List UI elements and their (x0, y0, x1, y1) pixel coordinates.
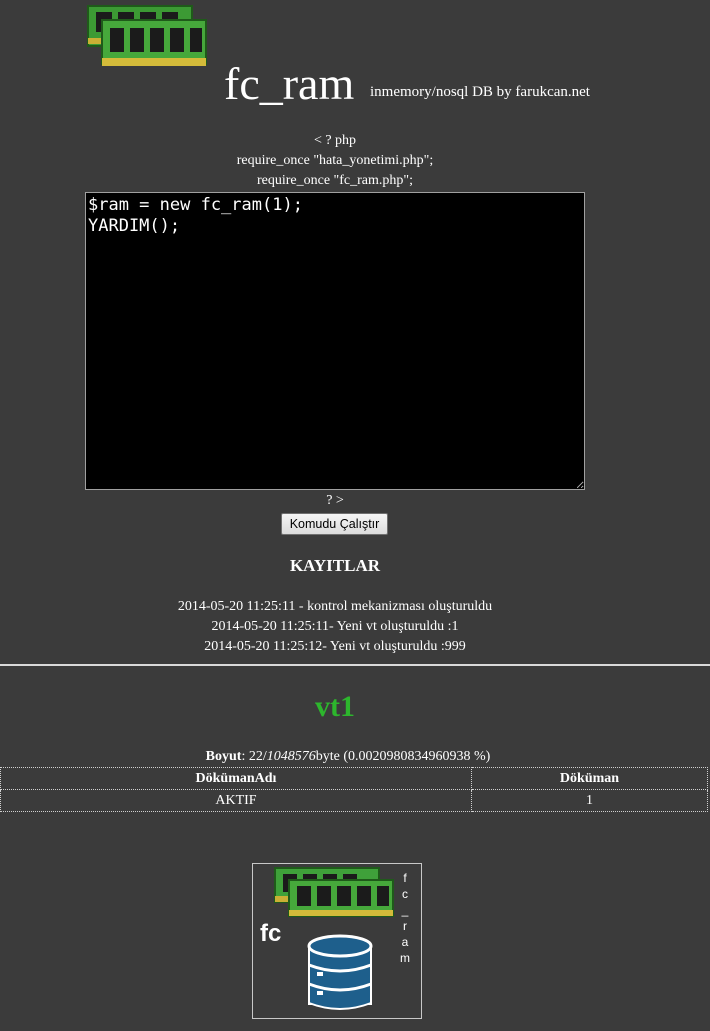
logo-letter: r (403, 919, 407, 933)
logo-letter: f (403, 871, 407, 885)
log-entry: 2014-05-20 11:25:11- Yeni vt oluşturuldu… (211, 619, 459, 634)
logo-letter: _ (401, 903, 409, 917)
logo-vertical-text: f c _ r a m (399, 870, 411, 966)
size-percent: (0.0020980834960938 %) (343, 749, 491, 764)
database-size: Boyut: 22/1048576byte (0.002098083496093… (205, 749, 491, 764)
database-icon (307, 934, 373, 1010)
column-header: DökümanAdı (0, 767, 472, 790)
size-label: Boyut (205, 749, 242, 764)
run-command-button[interactable]: Komudu Çalıştır (281, 513, 388, 535)
logs-title: KAYITLAR (289, 556, 381, 575)
table-header-row: DökümanAdı Döküman (0, 767, 708, 790)
ram-modules-icon (87, 5, 207, 66)
php-close-tag: ? > (326, 493, 344, 508)
logo-letter: m (400, 951, 410, 965)
logo-letter: a (401, 935, 409, 949)
log-entry: 2014-05-20 11:25:11 - kontrol mekanizmas… (177, 599, 493, 614)
table-cell: AKTIF (0, 789, 472, 812)
logo-letter: c (402, 887, 408, 901)
app-title: fc_ram (224, 58, 355, 109)
table-row: AKTIF 1 (0, 789, 708, 812)
size-unit: byte (315, 749, 340, 764)
size-used: 22 (248, 749, 263, 764)
app-subtitle: inmemory/nosql DB by farukcan.net (370, 84, 590, 100)
code-editor[interactable]: $ram = new fc_ram(1); YARDIM(); (85, 192, 585, 490)
table-cell: 1 (471, 789, 708, 812)
database-name: vt1 (315, 690, 355, 723)
column-header: Döküman (471, 767, 708, 790)
documents-table: DökümanAdı Döküman AKTIF 1 (0, 767, 708, 812)
divider (0, 664, 710, 666)
footer-logo: fc f c _ r a m (252, 863, 422, 1019)
log-entry: 2014-05-20 11:25:12- Yeni vt oluşturuldu… (204, 639, 466, 654)
logo-fc-text: fc (260, 920, 282, 947)
size-total: 1048576 (266, 749, 316, 764)
php-require-line: require_once "hata_yonetimi.php"; (236, 153, 434, 168)
php-require-line: require_once "fc_ram.php"; (256, 173, 414, 188)
php-open-tag: < ? php (313, 133, 357, 148)
